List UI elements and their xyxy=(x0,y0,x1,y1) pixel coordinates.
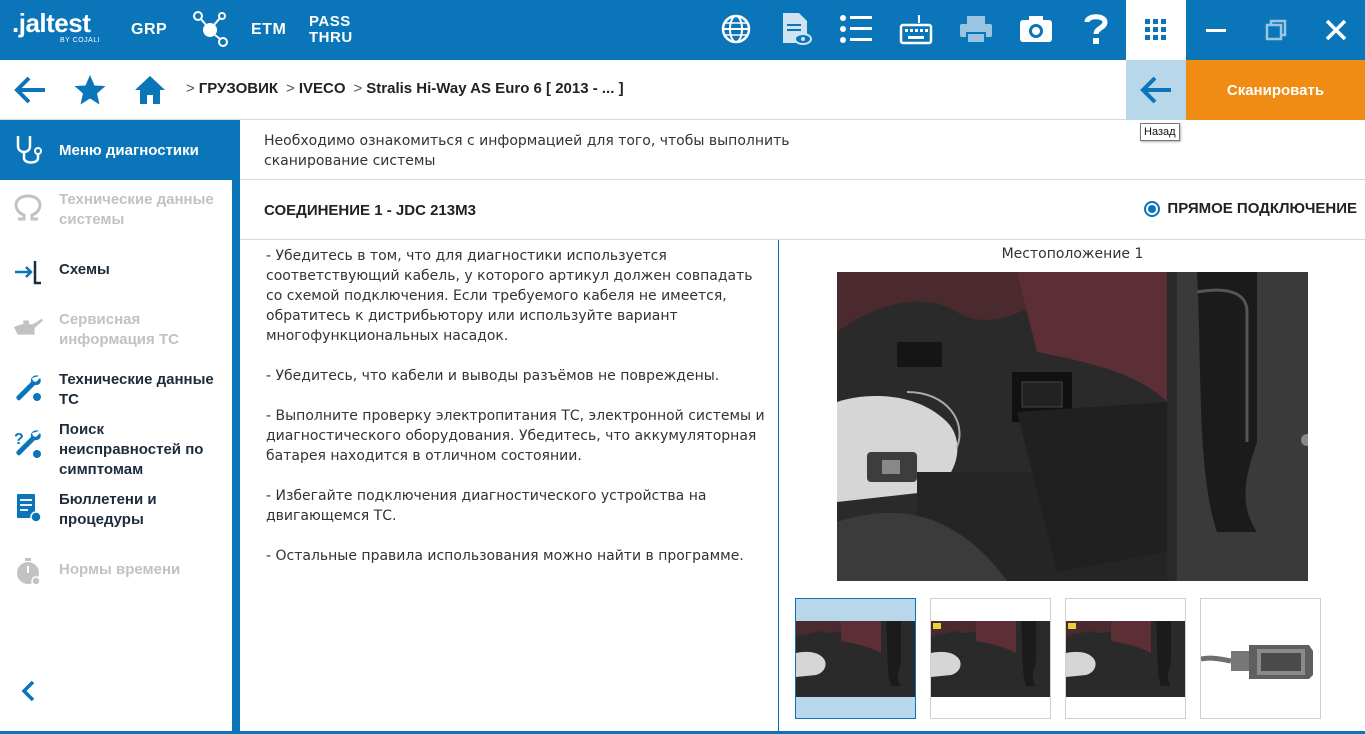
thumbnail-location-2[interactable] xyxy=(930,598,1051,719)
grid-icon xyxy=(1145,19,1166,40)
sidebar-item-vehicle-tech-data[interactable]: Технические данные ТС xyxy=(0,370,232,414)
connection-header: СОЕДИНЕНИЕ 1 - JDC 213M3 ПРЯМОЕ ПОДКЛЮЧЕ… xyxy=(240,180,1365,240)
grp-button[interactable]: GRP xyxy=(131,21,167,39)
etm-button[interactable]: ETM xyxy=(251,21,286,39)
connection-title: СОЕДИНЕНИЕ 1 - JDC 213M3 xyxy=(264,202,476,219)
instruction-item: - Убедитесь в том, что для диагностики и… xyxy=(266,248,753,344)
camera-icon[interactable] xyxy=(1018,11,1054,47)
sidebar-item-labor-times: Нормы времени xyxy=(0,558,232,586)
back-tooltip: Назад xyxy=(1140,123,1180,141)
apps-grid-button[interactable] xyxy=(1126,0,1186,60)
radio-button[interactable] xyxy=(1144,200,1161,217)
top-toolbar: .jaltest BY COJALI GRP ETM PASS THRU xyxy=(0,0,1365,60)
bulletin-icon xyxy=(12,492,44,524)
instructions-panel: - Убедитесь в том, что для диагностики и… xyxy=(240,240,779,734)
oil-can-icon xyxy=(12,312,44,344)
minimize-button[interactable] xyxy=(1186,0,1246,60)
obd-connector-image xyxy=(1201,644,1313,679)
navigation-bar: > ГРУЗОВИК > IVECO > Stralis Hi-Way AS Euro… xyxy=(0,60,1365,120)
stethoscope-icon xyxy=(14,134,42,170)
list-icon[interactable] xyxy=(838,11,874,47)
stopwatch-icon xyxy=(12,556,44,588)
location-3-thumbnail-image xyxy=(1066,620,1185,697)
instruction-item: - Выполните проверку электропитания ТС, … xyxy=(266,408,765,464)
info-banner: Необходимо ознакомиться с информацией дл… xyxy=(240,120,1365,180)
help-icon[interactable] xyxy=(1078,11,1114,47)
sidebar: Меню диагностики Технические данные сист… xyxy=(0,120,240,734)
restore-button[interactable] xyxy=(1246,0,1306,60)
close-button[interactable] xyxy=(1306,0,1365,60)
close-icon xyxy=(1325,19,1347,41)
location-photo xyxy=(837,272,1308,581)
sidebar-item-system-tech-data: Технические данные системы xyxy=(0,190,232,234)
location-1-thumbnail-image xyxy=(796,620,915,697)
sidebar-item-service-info: Сервисная информация ТС xyxy=(0,310,232,354)
omega-icon xyxy=(12,192,44,224)
sidebar-item-diagnostic-menu[interactable]: Меню диагностики xyxy=(0,120,240,180)
instruction-item: - Избегайте подключения диагностического… xyxy=(266,488,707,524)
globe-icon[interactable] xyxy=(718,11,754,47)
sidebar-divider xyxy=(232,120,240,734)
instruction-item: - Остальные правила использования можно … xyxy=(266,548,744,564)
direct-connection-label: ПРЯМОЕ ПОДКЛЮЧЕНИЕ xyxy=(1167,200,1357,217)
location-title: Местоположение 1 xyxy=(1001,246,1144,262)
collapse-sidebar-button[interactable] xyxy=(14,677,42,705)
wrench-icon xyxy=(12,372,44,404)
breadcrumb: > ГРУЗОВИК > IVECO > Stralis Hi-Way AS Euro… xyxy=(186,80,624,97)
schematics-icon xyxy=(12,256,44,288)
pass-thru-button[interactable]: PASS THRU xyxy=(309,14,353,46)
instructions-list: - Убедитесь в том, что для диагностики и… xyxy=(266,246,771,586)
info-text: Необходимо ознакомиться с информацией дл… xyxy=(264,133,790,169)
network-icon[interactable] xyxy=(192,11,228,47)
breadcrumb-item-model[interactable]: > Stralis Hi-Way AS Euro 6 [ 2013 - ... ] xyxy=(354,80,624,97)
wrench-question-icon: ? xyxy=(12,428,44,460)
chevron-left-icon xyxy=(21,680,35,702)
svg-text:?: ? xyxy=(14,431,24,448)
thumbnail-location-1[interactable] xyxy=(795,598,916,719)
instruction-item: - Убедитесь, что кабели и выводы разъёмо… xyxy=(266,368,720,384)
breadcrumb-item-truck[interactable]: > ГРУЗОВИК xyxy=(186,80,278,97)
sidebar-item-symptom-search[interactable]: ? Поиск неисправностей по симптомам xyxy=(0,420,232,484)
printer-icon[interactable] xyxy=(958,11,994,47)
sidebar-item-bulletins[interactable]: Бюллетени и процедуры xyxy=(0,490,232,534)
thumbnail-obd-connector[interactable] xyxy=(1200,598,1321,719)
sidebar-item-schematics[interactable]: Схемы xyxy=(0,260,232,285)
scan-button[interactable]: Сканировать xyxy=(1186,60,1365,120)
breadcrumb-item-brand[interactable]: > IVECO xyxy=(286,80,345,97)
location-gallery: Местоположение 1 xyxy=(780,240,1365,734)
location-2-thumbnail-image xyxy=(931,620,1050,697)
thumbnail-location-3[interactable] xyxy=(1065,598,1186,719)
direct-connection-option[interactable]: ПРЯМОЕ ПОДКЛЮЧЕНИЕ xyxy=(1144,200,1357,217)
back-button[interactable] xyxy=(1126,60,1186,120)
favorite-star-icon[interactable] xyxy=(72,72,108,108)
jaltest-logo: .jaltest BY COJALI xyxy=(12,8,101,44)
back-arrow-icon[interactable] xyxy=(12,72,48,108)
document-view-icon[interactable] xyxy=(778,11,814,47)
back-arrow-icon xyxy=(1140,76,1171,104)
minimize-icon xyxy=(1206,29,1226,32)
restore-icon xyxy=(1265,19,1287,41)
home-icon[interactable] xyxy=(132,72,168,108)
keyboard-icon[interactable] xyxy=(898,11,934,47)
